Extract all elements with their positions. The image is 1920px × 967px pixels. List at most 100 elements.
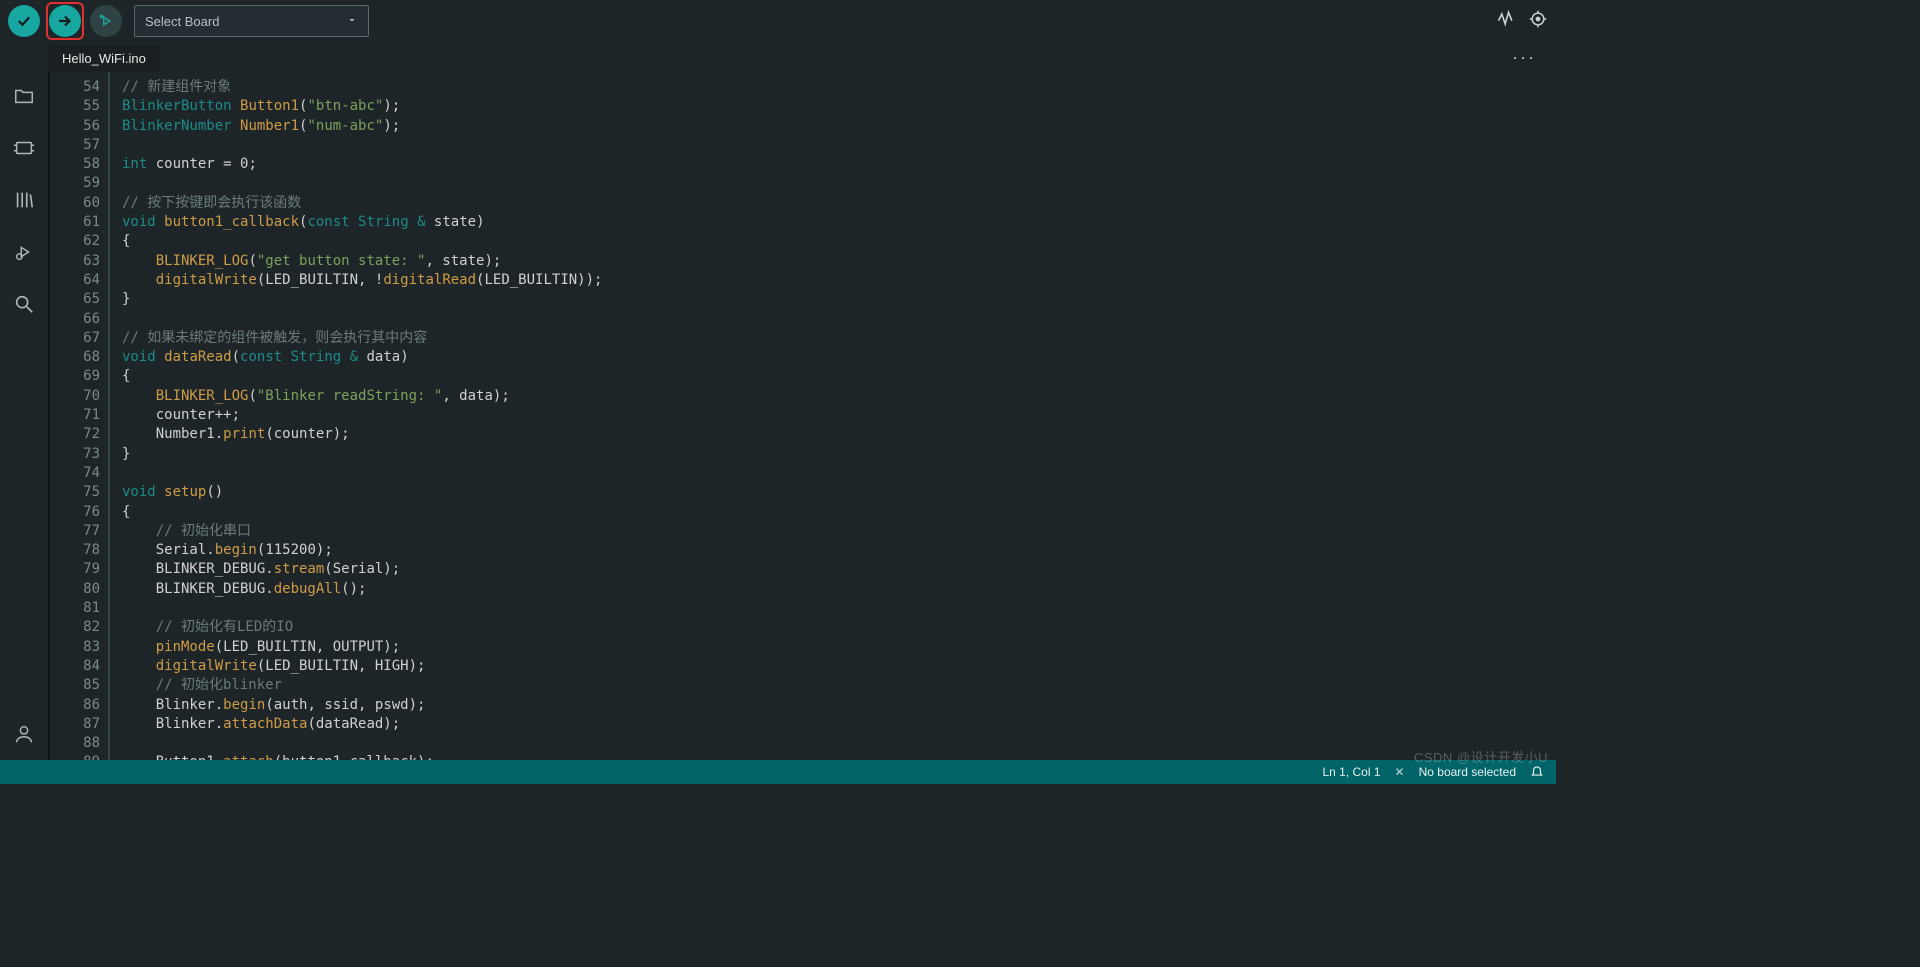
- line-number: 64: [50, 271, 100, 290]
- code-line: Button1.attach(button1 callback):: [122, 753, 1556, 760]
- line-number: 73: [50, 445, 100, 464]
- code-line: [122, 136, 1556, 155]
- code-line: [122, 174, 1556, 193]
- code-line: {: [122, 232, 1556, 251]
- code-line: BlinkerButton Button1("btn-abc");: [122, 97, 1556, 116]
- line-number: 74: [50, 464, 100, 483]
- code-line: BLINKER_LOG("get button state: ", state)…: [122, 252, 1556, 271]
- code-line: // 初始化串口: [122, 522, 1556, 541]
- code-line: Number1.print(counter);: [122, 425, 1556, 444]
- line-number: 78: [50, 541, 100, 560]
- code-line: Serial.begin(115200);: [122, 541, 1556, 560]
- line-number: 58: [50, 155, 100, 174]
- line-number: 84: [50, 657, 100, 676]
- code-line: BLINKER_LOG("Blinker readString: ", data…: [122, 387, 1556, 406]
- upload-highlight: [46, 2, 84, 40]
- code-line: // 初始化有LED的IO: [122, 618, 1556, 637]
- line-number: 76: [50, 503, 100, 522]
- debug-button[interactable]: [90, 5, 122, 37]
- activity-bar: [0, 72, 48, 760]
- code-line: BlinkerNumber Number1("num-abc");: [122, 117, 1556, 136]
- code-line: }: [122, 290, 1556, 309]
- upload-button[interactable]: [49, 5, 81, 37]
- line-number: 72: [50, 425, 100, 444]
- line-number: 79: [50, 560, 100, 579]
- code-line: void dataRead(const String & data): [122, 348, 1556, 367]
- line-number: 67: [50, 329, 100, 348]
- cursor-position[interactable]: Ln 1, Col 1: [1322, 765, 1380, 779]
- line-number: 54: [50, 78, 100, 97]
- account-icon[interactable]: [10, 720, 38, 748]
- code-line: counter++;: [122, 406, 1556, 425]
- tab-file[interactable]: Hello_WiFi.ino: [48, 45, 160, 72]
- code-line: {: [122, 367, 1556, 386]
- verify-button[interactable]: [8, 5, 40, 37]
- code-editor[interactable]: 5455565758596061626364656667686970717273…: [48, 72, 1556, 760]
- code-line: [122, 734, 1556, 753]
- board-status[interactable]: No board selected: [1419, 765, 1516, 779]
- line-number: 88: [50, 734, 100, 753]
- line-number: 62: [50, 232, 100, 251]
- code-line: // 如果未绑定的组件被触发，则会执行其中内容: [122, 329, 1556, 348]
- line-number: 65: [50, 290, 100, 309]
- code-line: // 初始化blinker: [122, 676, 1556, 695]
- line-number: 89: [50, 753, 100, 760]
- code-line: pinMode(LED_BUILTIN, OUTPUT);: [122, 638, 1556, 657]
- code-line: // 新建组件对象: [122, 78, 1556, 97]
- line-number: 87: [50, 715, 100, 734]
- toolbar: Select Board: [0, 0, 1556, 42]
- code-line: // 按下按键即会执行该函数: [122, 194, 1556, 213]
- line-number: 57: [50, 136, 100, 155]
- search-icon[interactable]: [10, 290, 38, 318]
- line-number: 70: [50, 387, 100, 406]
- board-selector-label: Select Board: [145, 14, 219, 29]
- line-number: 61: [50, 213, 100, 232]
- code-line: void button1_callback(const String & sta…: [122, 213, 1556, 232]
- line-number: 77: [50, 522, 100, 541]
- code-line: int counter = 0;: [122, 155, 1556, 174]
- line-number: 71: [50, 406, 100, 425]
- code-line: {: [122, 503, 1556, 522]
- line-number: 75: [50, 483, 100, 502]
- line-number: 85: [50, 676, 100, 695]
- line-number: 55: [50, 97, 100, 116]
- code-line: digitalWrite(LED_BUILTIN, HIGH);: [122, 657, 1556, 676]
- explorer-icon[interactable]: [10, 82, 38, 110]
- serial-plotter-icon[interactable]: [1496, 9, 1516, 34]
- code-line: Blinker.begin(auth, ssid, pswd);: [122, 696, 1556, 715]
- line-number: 69: [50, 367, 100, 386]
- code-line: [122, 599, 1556, 618]
- line-number: 80: [50, 580, 100, 599]
- library-manager-icon[interactable]: [10, 186, 38, 214]
- boards-manager-icon[interactable]: [10, 134, 38, 162]
- line-number: 82: [50, 618, 100, 637]
- line-number: 59: [50, 174, 100, 193]
- status-bar: Ln 1, Col 1 ✕ No board selected: [0, 760, 1556, 784]
- code-line: void setup(): [122, 483, 1556, 502]
- serial-monitor-icon[interactable]: [1528, 9, 1548, 34]
- tab-bar: Hello_WiFi.ino ···: [0, 42, 1556, 72]
- line-number: 60: [50, 194, 100, 213]
- line-number: 66: [50, 310, 100, 329]
- line-number: 86: [50, 696, 100, 715]
- code-line: [122, 464, 1556, 483]
- line-number: 68: [50, 348, 100, 367]
- chevron-down-icon: [346, 14, 358, 29]
- line-number: 83: [50, 638, 100, 657]
- code-line: }: [122, 445, 1556, 464]
- notification-icon[interactable]: [1530, 764, 1544, 781]
- debug-icon[interactable]: [10, 238, 38, 266]
- code-area[interactable]: // 新建组件对象BlinkerButton Button1("btn-abc"…: [108, 72, 1556, 760]
- code-line: BLINKER_DEBUG.stream(Serial);: [122, 560, 1556, 579]
- close-icon[interactable]: ✕: [1395, 765, 1405, 779]
- line-gutter: 5455565758596061626364656667686970717273…: [50, 72, 108, 760]
- main: 5455565758596061626364656667686970717273…: [0, 72, 1556, 760]
- line-number: 81: [50, 599, 100, 618]
- code-line: digitalWrite(LED_BUILTIN, !digitalRead(L…: [122, 271, 1556, 290]
- line-number: 56: [50, 117, 100, 136]
- line-number: 63: [50, 252, 100, 271]
- code-line: Blinker.attachData(dataRead);: [122, 715, 1556, 734]
- tab-overflow-button[interactable]: ···: [1504, 43, 1544, 72]
- board-selector[interactable]: Select Board: [134, 5, 369, 37]
- code-line: [122, 310, 1556, 329]
